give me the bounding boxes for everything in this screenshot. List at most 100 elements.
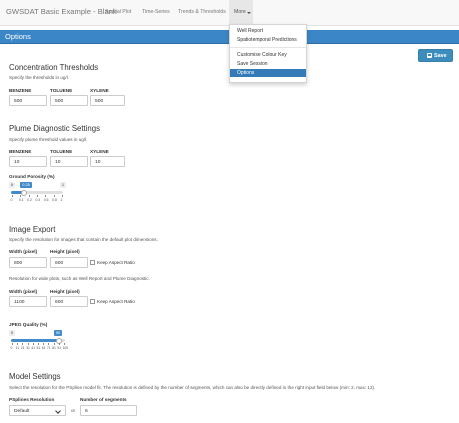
porosity-slider-handle[interactable]	[21, 189, 27, 196]
width-input-1[interactable]: 800	[9, 257, 47, 268]
jpeg-tick	[58, 343, 60, 345]
jpeg-tick-label: 100	[62, 346, 69, 350]
menu-item-options-label: Options	[237, 70, 255, 76]
menu-item-save-session[interactable]: Save Session	[237, 61, 268, 67]
jpeg-tick	[17, 343, 18, 345]
width-value-2: 1100	[14, 299, 25, 305]
jpeg-tick-label: 21	[20, 346, 25, 350]
jpeg-tick-label: 0	[10, 346, 13, 350]
jpeg-tick	[64, 343, 65, 345]
psplines-resolution-label: PSplines Resolution	[9, 397, 55, 402]
save-button[interactable]: Save	[418, 49, 453, 62]
menu-item-options[interactable]: Options	[230, 69, 306, 77]
jpeg-tick-label: 41	[31, 346, 36, 350]
porosity-tick-label: 0	[10, 198, 13, 202]
porosity-tick	[62, 195, 63, 197]
psplines-resolution-value: Default	[14, 408, 30, 414]
keep-aspect-checkbox-2[interactable]	[90, 299, 95, 304]
concentration-toluene-label: TOLUENE	[50, 88, 73, 93]
psplines-resolution-select[interactable]: Default	[9, 405, 66, 416]
width-value-1: 800	[14, 260, 23, 266]
options-panel-title: Options	[5, 32, 31, 41]
concentration-xylene-label: XYLENE	[90, 88, 109, 93]
jpeg-slider-fill	[11, 339, 58, 342]
keep-aspect-label-1: Keep Aspect Ratio	[97, 260, 135, 265]
porosity-tick-label: 0.4	[35, 198, 41, 202]
tab-spatial-plot[interactable]: Spatial Plot	[105, 9, 131, 15]
more-dropdown-menu: Well Report Spatiotemporal Predictions C…	[229, 24, 307, 83]
width-label-2: Width (pixel)	[9, 289, 38, 294]
plume-benzene-input[interactable]: 10	[9, 156, 47, 167]
jpeg-tick-label: 91	[57, 346, 62, 350]
menu-item-spatiotemporal-predictions[interactable]: Spatiotemporal Predictions	[237, 37, 297, 43]
save-button-label: Save	[434, 53, 447, 59]
plume-title: Plume Diagnostic Settings	[9, 124, 101, 133]
jpeg-tick	[43, 343, 44, 345]
concentration-toluene-input[interactable]: 500	[50, 95, 88, 106]
menu-item-customise-colour-key[interactable]: Customise Colour Key	[237, 52, 287, 58]
jpeg-tick-label: 11	[15, 346, 20, 350]
height-value-1: 600	[55, 260, 64, 266]
tab-more[interactable]: More	[229, 0, 253, 25]
jpeg-tick-label: 81	[52, 346, 56, 350]
jpeg-tick	[38, 343, 39, 345]
app-title: GWSDAT Basic Example - Blank	[6, 7, 117, 16]
plume-benzene-value: 10	[14, 159, 20, 165]
porosity-tick-label: 0.8	[52, 198, 57, 202]
jpeg-tick	[53, 343, 55, 345]
jpeg-tick-label: 31	[26, 346, 30, 350]
width-label-1: Width (pixel)	[9, 249, 38, 254]
image-export-title: Image Export	[9, 225, 56, 234]
or-text: or	[71, 408, 76, 413]
porosity-tick-label: 1	[60, 198, 63, 202]
porosity-tick-label: 0.6	[43, 198, 49, 202]
floppy-disk-icon	[427, 53, 432, 58]
plume-toluene-input[interactable]: 10	[50, 156, 88, 167]
height-label-1: Height (pixel)	[50, 249, 80, 254]
segments-input[interactable]: 6	[80, 405, 137, 416]
caret-down-icon	[247, 11, 251, 14]
plume-help: Specify plume threshold values in ug/l.	[9, 137, 88, 142]
concentration-help: Specify the thresholds in ug/l.	[9, 75, 70, 80]
porosity-tick	[20, 195, 21, 197]
height-label-2: Height (pixel)	[50, 289, 80, 294]
concentration-xylene-value: 500	[95, 98, 104, 104]
porosity-min-badge: 0	[9, 182, 15, 188]
segments-value: 6	[85, 408, 88, 414]
plume-benzene-label: BENZENE	[9, 149, 32, 154]
plume-xylene-label: XYLENE	[90, 149, 109, 154]
porosity-max-badge: 1	[60, 182, 66, 188]
concentration-toluene-value: 500	[55, 98, 64, 104]
menu-item-well-report[interactable]: Well Report	[237, 28, 263, 34]
model-settings-title: Model Settings	[9, 372, 61, 381]
concentration-xylene-input[interactable]: 500	[90, 95, 125, 106]
concentration-title: Concentration Thresholds	[9, 63, 99, 72]
tab-time-series[interactable]: Time-Series	[142, 9, 170, 15]
porosity-value-badge: 0.25	[20, 182, 32, 188]
height-input-1[interactable]: 600	[50, 257, 88, 268]
tab-trends-thresholds[interactable]: Trends & Thresholds	[178, 9, 226, 15]
segments-label: Number of segments	[80, 397, 127, 402]
menu-divider	[230, 47, 306, 48]
jpeg-tick-label: 71	[46, 346, 51, 350]
tab-more-label: More	[234, 9, 246, 15]
porosity-tick	[12, 195, 13, 197]
jpeg-min-badge: 0	[9, 330, 15, 336]
height-value-2: 600	[55, 299, 64, 305]
top-navbar: GWSDAT Basic Example - Blank Spatial Plo…	[0, 0, 459, 26]
plume-xylene-input[interactable]: 10	[90, 156, 125, 167]
plume-toluene-value: 10	[55, 159, 61, 165]
porosity-tick	[45, 195, 46, 197]
keep-aspect-checkbox-1[interactable]	[90, 260, 95, 265]
image-export-help-2: Resolution for wide plots, such as Well …	[9, 276, 150, 281]
jpeg-tick	[48, 343, 49, 345]
jpeg-tick-label: 61	[41, 346, 46, 350]
jpeg-tick	[32, 343, 34, 345]
jpeg-tick-label: 51	[36, 346, 41, 350]
porosity-tick-label: 0.2	[27, 198, 32, 202]
height-input-2[interactable]: 600	[50, 296, 88, 307]
image-export-help: Specify the resolution for images that c…	[9, 237, 158, 242]
width-input-2[interactable]: 1100	[9, 296, 47, 307]
jpeg-tick	[22, 343, 23, 345]
concentration-benzene-input[interactable]: 500	[9, 95, 47, 106]
